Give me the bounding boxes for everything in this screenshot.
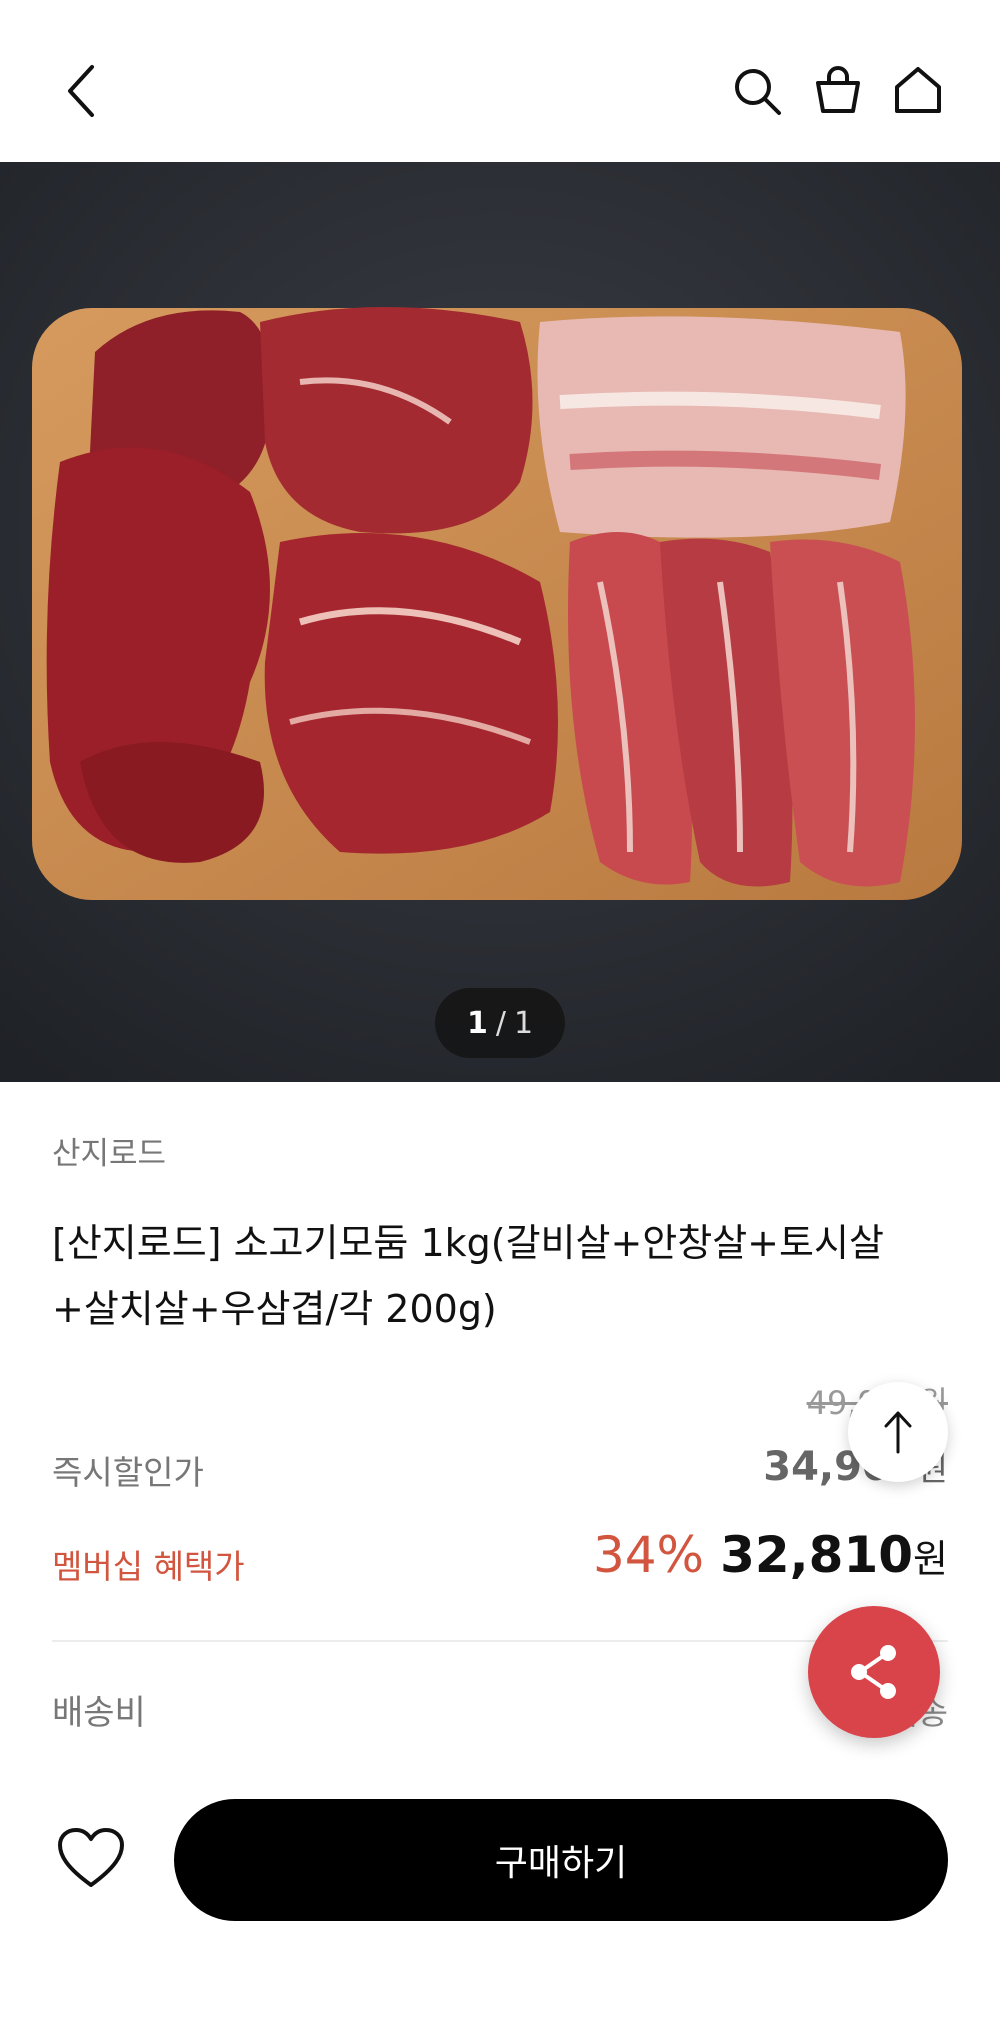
- scroll-to-top-button[interactable]: [848, 1382, 948, 1482]
- membership-price-label: 멤버십 혜택가: [52, 1547, 245, 1586]
- home-icon: [895, 67, 941, 113]
- search-button[interactable]: [726, 60, 788, 122]
- membership-price: 34% 32,810 원: [593, 1526, 948, 1584]
- home-button[interactable]: [886, 58, 950, 122]
- shipping-label: 배송비: [52, 1693, 146, 1733]
- share-icon: [851, 1645, 896, 1699]
- product-image: [0, 162, 1000, 1082]
- pager-total: 1: [513, 1005, 534, 1041]
- image-pager: 1 / 1: [435, 988, 565, 1058]
- pager-current: 1: [466, 1005, 488, 1041]
- share-button[interactable]: [808, 1606, 940, 1738]
- back-button[interactable]: [50, 56, 110, 126]
- membership-price-value: 32,810: [720, 1526, 914, 1584]
- heart-icon: [58, 1828, 124, 1887]
- instant-discount-label: 즉시할인가: [52, 1453, 204, 1492]
- product-image-carousel[interactable]: 1 / 1: [0, 162, 1000, 1082]
- chevron-left-icon: [68, 65, 94, 117]
- discount-rate: 34%: [592, 1526, 705, 1584]
- divider: [52, 1640, 948, 1642]
- shopping-bag-icon: [816, 66, 860, 113]
- brand-name[interactable]: 산지로드: [52, 1128, 166, 1173]
- buy-button[interactable]: 구매하기: [174, 1799, 948, 1921]
- cart-button[interactable]: [806, 58, 870, 122]
- pager-separator: /: [495, 1005, 506, 1041]
- search-icon: [735, 69, 781, 115]
- product-title: [산지로드] 소고기모둠 1kg(갈비살+안창살+토시살+살치살+우삼겹/각 2…: [52, 1221, 884, 1331]
- membership-price-won: 원: [913, 1537, 948, 1581]
- arrow-up-icon: [884, 1411, 912, 1454]
- top-app-bar: [0, 0, 1000, 162]
- wishlist-button[interactable]: [48, 1815, 134, 1901]
